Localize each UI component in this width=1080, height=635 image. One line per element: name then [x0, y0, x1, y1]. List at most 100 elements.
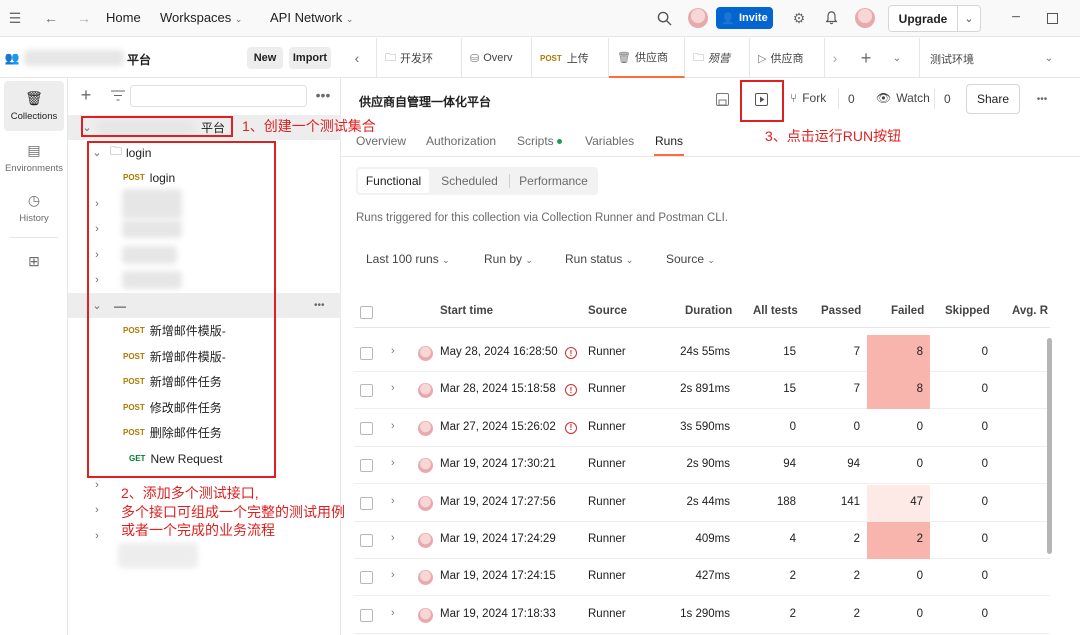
profile-avatar[interactable] — [855, 8, 875, 28]
menu-icon[interactable]: ☰ — [6, 9, 24, 27]
row-checkbox[interactable] — [360, 571, 373, 585]
tab-active[interactable]: 🗑 供应商 — [609, 38, 685, 78]
table-row[interactable]: › Mar 27, 2024 15:26:02 ! Runner 3s 590m… — [354, 410, 1050, 447]
row-checkbox[interactable] — [360, 384, 373, 398]
scrollbar[interactable] — [1047, 338, 1052, 554]
fork-button[interactable]: ⑂ Fork — [790, 91, 826, 105]
row-checkbox[interactable] — [360, 534, 373, 547]
run-start-time[interactable]: Mar 19, 2024 17:24:15 — [440, 570, 556, 582]
chevron-right-icon[interactable]: › — [391, 532, 395, 544]
table-row[interactable]: › Mar 19, 2024 17:27:56 Runner 2s 44ms 1… — [354, 484, 1050, 522]
more-options-icon[interactable]: ••• — [314, 87, 332, 103]
save-icon[interactable] — [714, 91, 730, 107]
run-start-time[interactable]: Mar 19, 2024 17:24:29 — [440, 533, 556, 545]
tab-scripts[interactable]: Scripts — [517, 134, 563, 148]
segment-functional[interactable]: Functional — [358, 169, 429, 193]
row-checkbox[interactable] — [360, 608, 373, 622]
tab[interactable]: 🗀 开发环 — [377, 38, 462, 78]
col-skipped[interactable]: Skipped — [945, 305, 990, 317]
select-all-checkbox[interactable] — [360, 306, 373, 319]
chevron-right-icon[interactable]: › — [391, 569, 395, 581]
plus-icon[interactable]: + — [78, 85, 94, 105]
col-passed[interactable]: Passed — [821, 305, 861, 317]
tab-authorization[interactable]: Authorization — [426, 134, 496, 148]
user-avatar[interactable] — [688, 8, 708, 28]
search-icon[interactable] — [655, 9, 673, 27]
api-network-menu[interactable]: API Network ⌄ — [270, 10, 353, 25]
back-arrow-icon[interactable]: ← — [42, 9, 60, 27]
nav-environments[interactable]: ▤ Environments — [0, 133, 68, 183]
nav-collections[interactable]: 🗑 Collections — [4, 81, 64, 131]
col-avg[interactable]: Avg. R — [1012, 305, 1048, 317]
chevron-right-icon[interactable]: › — [391, 457, 395, 469]
row-checkbox[interactable] — [360, 496, 373, 510]
maximize-icon[interactable] — [1043, 9, 1061, 27]
row-checkbox[interactable] — [360, 347, 373, 360]
table-row[interactable]: › Mar 19, 2024 17:24:29 Runner 409ms 4 2… — [354, 522, 1050, 559]
chevron-right-icon[interactable]: › — [391, 382, 395, 394]
tab[interactable]: ▷ 供应商 — [750, 38, 825, 78]
nav-configure[interactable]: ⊞ — [0, 238, 68, 288]
col-start-time[interactable]: Start time — [440, 305, 493, 317]
tab-overview[interactable]: Overview — [356, 134, 406, 148]
chevron-right-icon[interactable]: › — [391, 495, 395, 507]
tab[interactable]: POST 上传 — [532, 38, 609, 78]
table-row[interactable]: › Mar 28, 2024 15:18:58 ! Runner 2s 891m… — [354, 372, 1050, 410]
environment-selector[interactable]: 测试环境 — [930, 51, 974, 67]
more-options-icon[interactable]: ••• — [314, 300, 325, 311]
filter-source[interactable]: Source ⌄ — [666, 252, 715, 266]
run-start-time[interactable]: May 28, 2024 16:28:50 — [440, 346, 558, 358]
chevron-left-icon[interactable]: ‹ — [349, 50, 365, 66]
chevron-right-icon[interactable]: › — [391, 607, 395, 619]
segment-scheduled[interactable]: Scheduled — [432, 169, 507, 193]
table-row[interactable]: › Mar 19, 2024 17:30:21 Runner 2s 90ms 9… — [354, 447, 1050, 485]
filter-icon[interactable] — [110, 87, 126, 103]
filter-last-runs[interactable]: Last 100 runs ⌄ — [366, 252, 450, 266]
col-all-tests[interactable]: All tests — [753, 305, 798, 317]
tab-runs[interactable]: Runs — [655, 134, 683, 148]
table-row[interactable]: › May 28, 2024 16:28:50 ! Runner 24s 55m… — [354, 335, 1050, 372]
chevron-down-icon[interactable]: ⌄ — [958, 12, 980, 25]
gear-icon[interactable]: ⚙ — [790, 9, 808, 27]
import-button[interactable]: Import — [289, 47, 331, 69]
watch-button[interactable]: 👁 Watch — [876, 91, 930, 105]
col-source[interactable]: Source — [588, 305, 627, 317]
home-link[interactable]: Home — [106, 10, 141, 25]
table-row[interactable]: › Mar 19, 2024 17:24:15 Runner 427ms 2 2… — [354, 559, 1050, 597]
tab-variables[interactable]: Variables — [585, 134, 634, 148]
workspaces-menu[interactable]: Workspaces ⌄ — [160, 10, 242, 25]
run-start-time[interactable]: Mar 19, 2024 17:27:56 — [440, 496, 556, 508]
table-row[interactable]: › Mar 19, 2024 17:18:33 Runner 1s 290ms … — [354, 597, 1050, 634]
chevron-down-icon[interactable]: ⌄ — [889, 50, 905, 66]
new-button[interactable]: New — [247, 47, 283, 69]
tab[interactable]: ⛁ Overv — [462, 38, 532, 78]
chevron-down-icon[interactable]: ⌄ — [1041, 50, 1057, 66]
more-options-icon[interactable]: ••• — [1030, 91, 1054, 107]
run-start-time[interactable]: Mar 28, 2024 15:18:58 — [440, 383, 556, 395]
nav-history[interactable]: ◷ History — [0, 183, 68, 233]
col-failed[interactable]: Failed — [891, 305, 924, 317]
run-start-time[interactable]: Mar 19, 2024 17:18:33 — [440, 608, 556, 620]
filter-run-status[interactable]: Run status ⌄ — [565, 252, 633, 266]
tab[interactable]: 🗀 殒营 — [685, 38, 750, 78]
run-start-time[interactable]: Mar 19, 2024 17:30:21 — [440, 458, 556, 470]
row-checkbox[interactable] — [360, 421, 373, 435]
search-collections-input[interactable] — [130, 85, 307, 107]
bell-icon[interactable] — [822, 9, 840, 27]
share-button[interactable]: Share — [966, 84, 1020, 114]
col-duration[interactable]: Duration — [685, 305, 732, 317]
new-tab-plus-icon[interactable]: + — [857, 48, 875, 68]
filter-run-by[interactable]: Run by ⌄ — [484, 252, 533, 266]
minimize-icon[interactable]: − — [1007, 9, 1025, 27]
tab-clipped[interactable] — [369, 38, 377, 78]
chevron-right-icon[interactable]: › — [827, 50, 843, 66]
chevron-right-icon[interactable]: › — [391, 345, 395, 357]
upgrade-button[interactable]: Upgrade ⌄ — [888, 5, 981, 32]
forward-arrow-icon[interactable]: → — [75, 9, 93, 27]
invite-button[interactable]: 👤 Invite — [716, 7, 773, 29]
segment-performance[interactable]: Performance — [511, 169, 596, 193]
row-checkbox[interactable] — [360, 459, 373, 473]
workspace-name: 平台 — [127, 53, 152, 67]
run-start-time[interactable]: Mar 27, 2024 15:26:02 — [440, 421, 556, 433]
chevron-right-icon[interactable]: › — [391, 420, 395, 432]
